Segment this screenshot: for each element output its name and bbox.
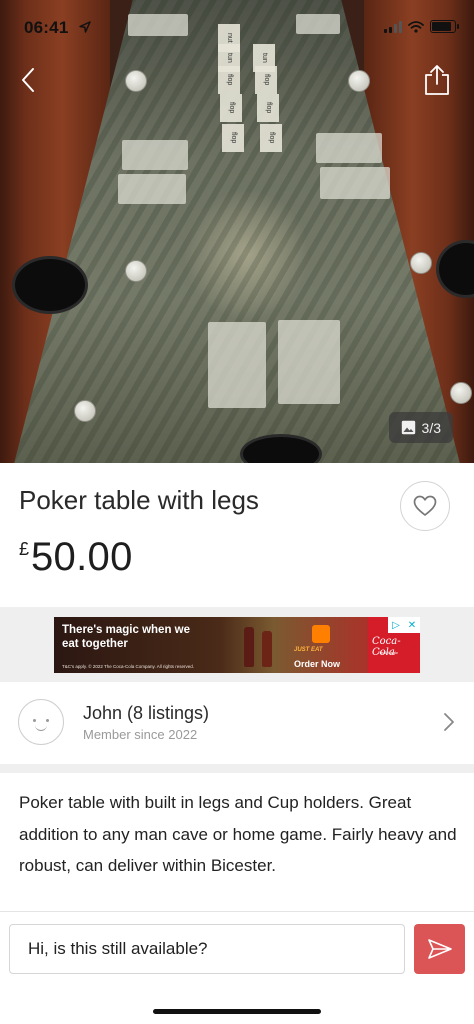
chevron-right-icon	[444, 713, 454, 731]
signal-icon	[384, 20, 402, 33]
avatar	[18, 699, 64, 745]
ad-brand-tagline: Real Magic	[378, 650, 399, 655]
location-arrow-icon	[79, 21, 91, 33]
send-button[interactable]	[414, 924, 465, 974]
listing-title: Poker table with legs	[19, 485, 259, 515]
table-card	[122, 140, 188, 170]
ad-banner[interactable]: There's magic when we eat together T&C's…	[54, 617, 420, 673]
send-icon	[427, 939, 452, 959]
ad-headline: There's magic when we eat together	[62, 624, 190, 650]
table-label-card: flop	[222, 124, 244, 152]
home-indicator	[153, 1009, 321, 1014]
back-icon	[22, 68, 34, 92]
status-time: 06:41	[24, 18, 69, 37]
poker-chip	[74, 400, 96, 422]
just-eat-logo-icon	[312, 625, 330, 643]
price-amount: 50.00	[31, 535, 133, 579]
table-card	[208, 322, 266, 408]
image-icon	[401, 420, 415, 435]
listing-description: Poker table with built in legs and Cup h…	[19, 793, 457, 875]
poker-chip	[125, 260, 147, 282]
ad-bottle-graphic	[262, 631, 272, 667]
message-input[interactable]: Hi, is this still available?	[9, 924, 405, 974]
table-label-card: flop	[218, 66, 240, 94]
table-card	[118, 174, 186, 204]
battery-icon	[430, 20, 459, 33]
photo-counter[interactable]: 3/3	[388, 412, 453, 443]
listing-photo[interactable]: nut tun tun flop flop flop flop flop flo…	[0, 0, 474, 463]
poker-chip	[410, 252, 432, 274]
ad-strip: There's magic when we eat together T&C's…	[0, 607, 474, 682]
ad-fine-print: T&C's apply. © 2022 The Coca-Cola Compan…	[62, 664, 194, 669]
favorite-button[interactable]	[400, 481, 450, 531]
table-label-card: flop	[260, 124, 282, 152]
seller-member-since: Member since 2022	[83, 727, 198, 742]
table-card	[278, 320, 340, 404]
table-label-card: flop	[257, 94, 279, 122]
status-icons	[384, 20, 459, 33]
table-card	[316, 133, 382, 163]
message-bar: Hi, is this still available?	[0, 911, 474, 1024]
heart-icon	[413, 495, 437, 516]
wifi-icon	[408, 20, 424, 33]
share-icon	[425, 65, 449, 95]
poker-chip	[125, 70, 147, 92]
table-label-card: flop	[255, 66, 277, 94]
table-card	[320, 167, 390, 199]
ad-choices[interactable]: ▷ ✕	[388, 617, 420, 633]
seller-row[interactable]: John (8 listings) Member since 2022	[0, 682, 474, 773]
adchoices-icon[interactable]: ▷	[388, 617, 404, 633]
table-label-card: flop	[220, 94, 242, 122]
share-button[interactable]	[420, 60, 454, 100]
ad-partner: JUST EAT	[294, 647, 323, 653]
photo-counter-text: 3/3	[421, 419, 441, 436]
listing-header: Poker table with legs £ 50.00	[0, 463, 474, 607]
seller-name: John (8 listings)	[83, 703, 210, 723]
ad-bottle-graphic	[244, 627, 254, 667]
ad-close-icon[interactable]: ✕	[404, 617, 420, 633]
poker-chip	[450, 382, 472, 404]
poker-chip	[348, 70, 370, 92]
cup-holder	[12, 256, 88, 314]
status-bar: 06:41	[0, 0, 474, 52]
price-currency: £	[19, 539, 30, 559]
back-button[interactable]	[10, 60, 46, 100]
ad-cta: Order Now	[294, 659, 341, 669]
listing-price: £ 50.00	[19, 535, 133, 580]
